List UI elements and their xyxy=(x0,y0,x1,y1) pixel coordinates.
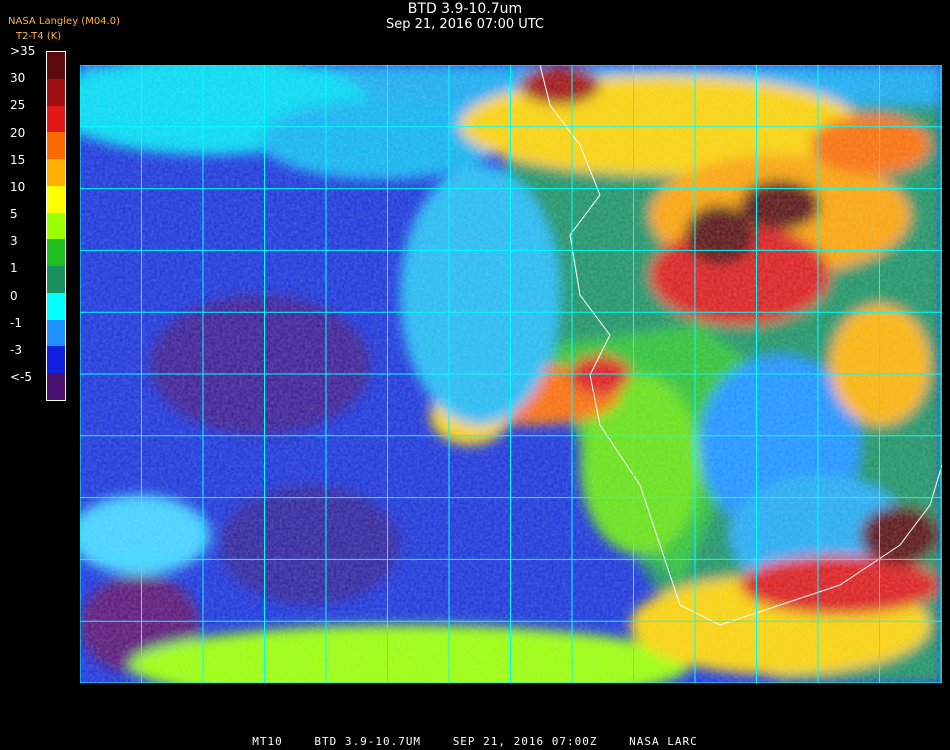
footer-datetime: SEP 21, 2016 07:00Z xyxy=(452,735,598,748)
legend-tick-label: 0 xyxy=(10,288,18,303)
parameter-units: (K) xyxy=(46,31,62,42)
footer-product: BTD 3.9-10.7UM xyxy=(314,735,422,748)
legend-tick-label: 3 xyxy=(10,234,18,249)
legend-tick-label: >35 xyxy=(10,44,36,58)
legend-tick-label: 20 xyxy=(10,125,26,140)
footer-agency: NASA LARC xyxy=(629,735,698,748)
map-timestamp: Sep 21, 2016 07:00 UTC xyxy=(385,17,545,32)
footer-caption: MT10 BTD 3.9-10.7UM SEP 21, 2016 07:00Z … xyxy=(0,735,950,748)
satellite-map xyxy=(80,65,942,683)
legend-tick-label: 25 xyxy=(10,98,26,113)
parameter-code: T2-T4 (K) xyxy=(16,31,61,42)
legend-tick-label: -1 xyxy=(10,315,22,330)
legend-tick-label: 30 xyxy=(10,71,26,86)
map-title: BTD 3.9-10.7um xyxy=(407,1,523,17)
legend-tick-label: 15 xyxy=(10,152,26,167)
credit-label: NASA Langley (M04.0) xyxy=(8,16,120,27)
legend-tick-label: -3 xyxy=(10,342,22,357)
legend-tick-label: 10 xyxy=(10,179,26,194)
footer-satellite: MT10 xyxy=(252,735,283,748)
btd-image xyxy=(80,65,942,683)
parameter-code-text: T2-T4 xyxy=(16,31,44,42)
legend-tick-label: <-5 xyxy=(10,370,33,385)
legend-tick-label: 1 xyxy=(10,261,18,276)
legend-tick-label: 5 xyxy=(10,207,18,221)
